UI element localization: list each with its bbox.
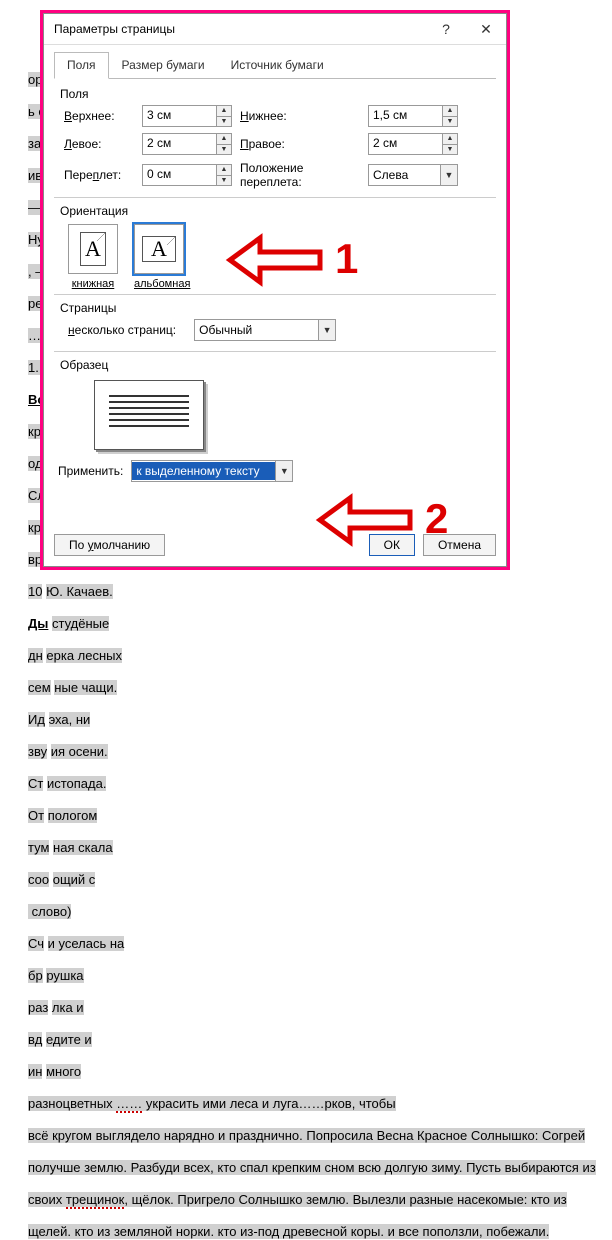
page-setup-dialog-frame: Параметры страницы ? ✕ Поля Размер бумаг… [40, 10, 510, 570]
input-top-margin[interactable]: 3 см ▲▼ [142, 105, 232, 127]
tab-margins[interactable]: Поля [54, 52, 109, 79]
close-button[interactable]: ✕ [466, 14, 506, 44]
close-icon: ✕ [480, 21, 492, 38]
default-button[interactable]: По умолчанию [54, 534, 165, 556]
annotation-number-1: 1 [335, 235, 358, 283]
label-left: Левое: [64, 137, 134, 151]
select-multipage[interactable]: Обычный ▼ [194, 319, 336, 341]
input-right-margin[interactable]: 2 см ▲▼ [368, 133, 458, 155]
annotation-number-2: 2 [425, 495, 448, 543]
dialog-title: Параметры страницы [54, 22, 175, 36]
input-gutter[interactable]: 0 см ▲▼ [142, 164, 232, 186]
tab-paper-size[interactable]: Размер бумаги [109, 52, 218, 79]
input-left-margin[interactable]: 2 см ▲▼ [142, 133, 232, 155]
preview-image [94, 380, 204, 450]
titlebar: Параметры страницы ? ✕ [44, 14, 506, 45]
group-orientation-title: Ориентация [60, 204, 496, 218]
ok-button[interactable]: ОК [369, 534, 415, 556]
orientation-landscape[interactable]: альбомная [134, 224, 190, 290]
tab-paper-source[interactable]: Источник бумаги [218, 52, 337, 79]
label-gutter-pos: Положение переплета: [240, 161, 360, 189]
label-multipage: несколько страниц: [68, 323, 176, 337]
orientation-portrait[interactable]: книжная [68, 224, 118, 290]
label-bottom: Нижнее: [240, 109, 360, 123]
label-apply: Применить: [58, 464, 123, 478]
label-top: Верхнее: [64, 109, 134, 123]
group-margins-title: Поля [60, 87, 496, 101]
chevron-down-icon: ▼ [440, 165, 457, 185]
tab-strip: Поля Размер бумаги Источник бумаги [54, 51, 496, 79]
label-right: Правое: [240, 137, 360, 151]
margins-grid: Верхнее: 3 см ▲▼ Нижнее: 1,5 см ▲▼ Левое… [64, 105, 496, 189]
group-preview-title: Образец [60, 358, 496, 372]
chevron-down-icon: ▼ [318, 320, 335, 340]
page-setup-dialog: Параметры страницы ? ✕ Поля Размер бумаг… [43, 13, 507, 567]
group-pages-title: Страницы [60, 301, 496, 315]
select-apply-to[interactable]: к выделенному тексту ▼ [131, 460, 293, 482]
label-gutter: Переплет: [64, 168, 134, 182]
select-gutter-pos[interactable]: Слева ▼ [368, 164, 458, 186]
input-bottom-margin[interactable]: 1,5 см ▲▼ [368, 105, 458, 127]
chevron-down-icon: ▼ [275, 461, 292, 481]
help-button[interactable]: ? [426, 14, 466, 44]
